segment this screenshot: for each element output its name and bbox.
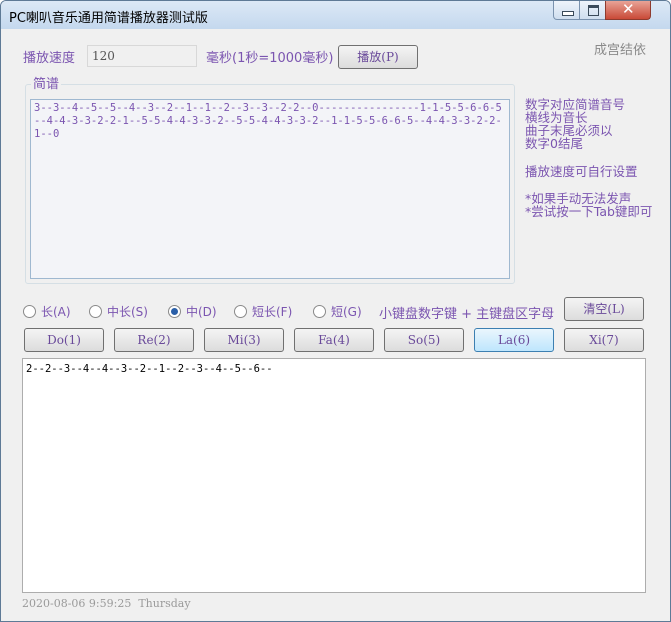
note-button-mi[interactable]: Mi(3) xyxy=(204,328,284,352)
output-textarea[interactable]: 2--2--3--4--4--3--2--1--2--3--4--5--6-- xyxy=(22,358,646,593)
speed-label: 播放速度 xyxy=(23,51,76,66)
note-button-la[interactable]: La(6) xyxy=(474,328,554,352)
status-weekday: Thursday xyxy=(138,597,191,610)
score-group-label: 简谱 xyxy=(31,73,62,92)
note-button-re[interactable]: Re(2) xyxy=(114,328,194,352)
clear-button[interactable]: 清空(L) xyxy=(564,297,644,321)
status-date: 2020-08-06 xyxy=(22,597,86,610)
radio-long[interactable]: 长(A) xyxy=(23,303,71,321)
title-bar[interactable]: PC喇叭音乐通用简谱播放器测试版 ✕ xyxy=(1,1,670,29)
play-button[interactable]: 播放(P) xyxy=(338,45,418,69)
note-button-do[interactable]: Do(1) xyxy=(24,328,104,352)
maximize-button[interactable] xyxy=(579,1,606,20)
radio-circle xyxy=(313,305,326,318)
keyboard-hint: 小键盘数字键 + 主键盘区字母 xyxy=(379,307,555,322)
speed-unit-note: 毫秒(1秒=1000毫秒) xyxy=(206,51,334,66)
radio-circle xyxy=(23,305,36,318)
note-line-5: 播放速度可自行设置 xyxy=(525,164,638,179)
close-icon: ✕ xyxy=(622,0,635,18)
minimize-button[interactable] xyxy=(553,1,580,20)
speed-input[interactable]: 120 xyxy=(87,45,197,67)
note-button-xi[interactable]: Xi(7) xyxy=(564,328,644,352)
radio-circle-selected xyxy=(168,305,181,318)
radio-circle xyxy=(89,305,102,318)
radio-short-long[interactable]: 短长(F) xyxy=(234,303,292,321)
app-window: PC喇叭音乐通用简谱播放器测试版 ✕ 播放速度 120 毫秒(1秒=1000毫秒… xyxy=(0,0,671,622)
minimize-icon xyxy=(562,11,574,16)
maximize-icon xyxy=(588,5,599,16)
status-bar: 2020-08-06 9:59:25 Thursday xyxy=(22,597,191,610)
note-line-7: *尝试按一下Tab键即可 xyxy=(525,204,653,219)
score-textarea[interactable]: 3--3--4--5--5--4--3--2--1--1--2--3--3--2… xyxy=(30,99,510,279)
radio-circle xyxy=(234,305,247,318)
radio-medium[interactable]: 中(D) xyxy=(168,303,217,321)
radio-short[interactable]: 短(G) xyxy=(313,303,362,321)
status-time: 9:59:25 xyxy=(88,597,132,610)
close-button[interactable]: ✕ xyxy=(605,1,651,20)
note-line-4: 数字0结尾 xyxy=(525,136,583,151)
window-title: PC喇叭音乐通用简谱播放器测试版 xyxy=(9,11,208,26)
note-button-so[interactable]: So(5) xyxy=(384,328,464,352)
signature-text: 成宫结依 xyxy=(594,43,647,58)
radio-medium-long[interactable]: 中长(S) xyxy=(89,303,148,321)
note-button-fa[interactable]: Fa(4) xyxy=(294,328,374,352)
